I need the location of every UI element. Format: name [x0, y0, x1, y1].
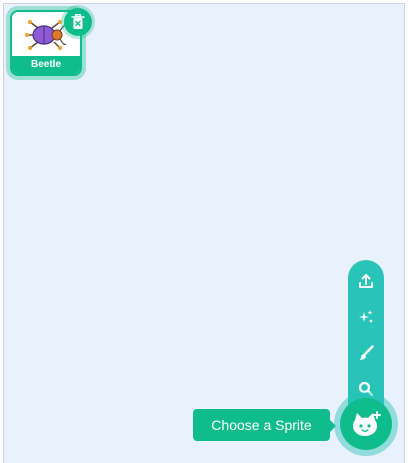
sprite-pane: Beetle Choose a Sprite — [3, 3, 405, 463]
tooltip-arrow — [330, 420, 336, 432]
sprite-name-label: Beetle — [12, 56, 80, 74]
choose-sprite-button[interactable] — [340, 398, 392, 450]
search-icon — [358, 381, 374, 397]
trash-icon — [71, 14, 85, 29]
surprise-sprite-button[interactable] — [348, 302, 384, 332]
choose-sprite-tooltip: Choose a Sprite — [193, 409, 330, 441]
sprite-menu — [348, 260, 384, 410]
paint-icon — [359, 345, 374, 360]
paint-sprite-button[interactable] — [348, 338, 384, 368]
upload-icon — [359, 274, 373, 288]
upload-sprite-button[interactable] — [348, 266, 384, 296]
delete-sprite-button[interactable] — [64, 8, 92, 36]
cat-plus-icon — [353, 411, 381, 436]
beetle-icon — [25, 19, 67, 50]
surprise-icon — [359, 310, 373, 323]
